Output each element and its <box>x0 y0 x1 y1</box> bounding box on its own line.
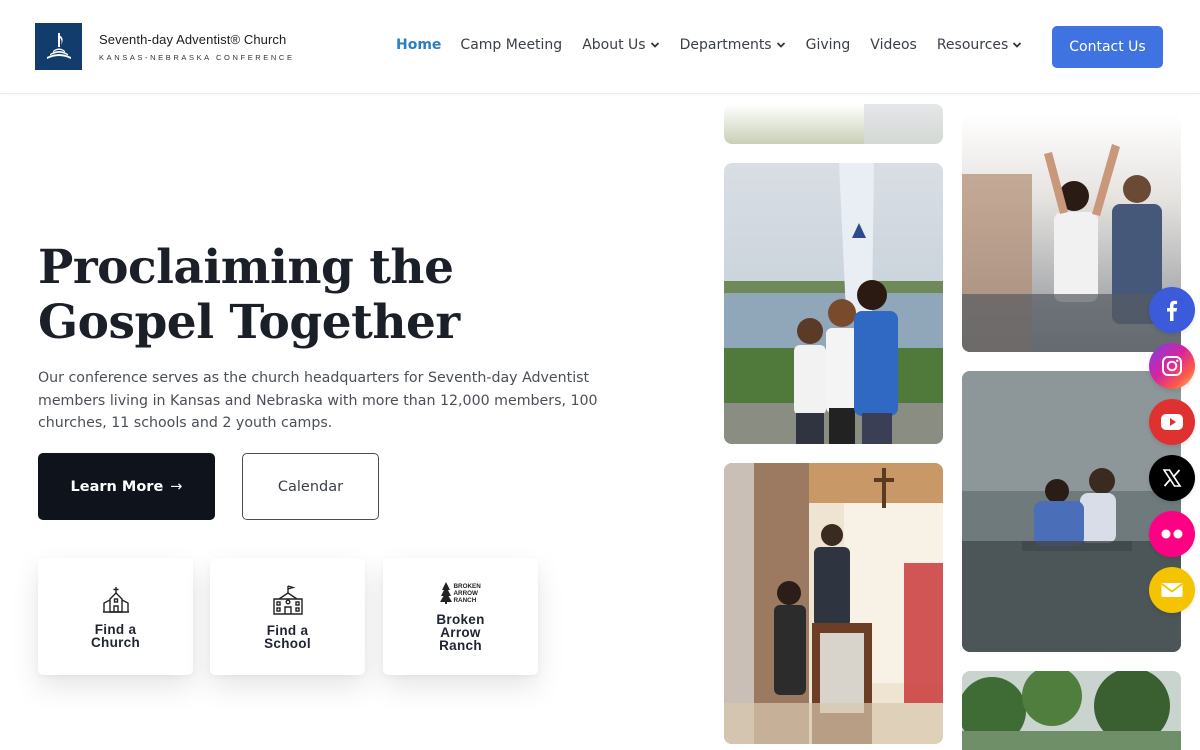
find-church-card[interactable]: Find a Church <box>38 558 193 675</box>
photo-baptism <box>962 371 1181 652</box>
nav-camp-meeting[interactable]: Camp Meeting <box>460 37 562 53</box>
broken-arrow-ranch-logo: BROKEN ARROW RANCH <box>439 582 481 604</box>
card-label-line: Find a <box>94 621 137 637</box>
photo-youth-by-lake <box>724 163 943 444</box>
main-nav: Home Camp Meeting About Us Departments G… <box>396 37 1022 53</box>
svg-text:RANCH: RANCH <box>453 597 476 604</box>
nav-label: Giving <box>805 37 851 53</box>
flickr-icon[interactable] <box>1149 511 1195 557</box>
svg-text:ARROW: ARROW <box>453 590 478 597</box>
card-label: Find a School <box>264 622 311 651</box>
broken-arrow-ranch-card[interactable]: BROKEN ARROW RANCH Broken Arrow Ranch <box>383 558 538 675</box>
nav-about-us[interactable]: About Us <box>582 37 659 53</box>
card-label-line: School <box>264 635 311 651</box>
card-label: Broken Arrow Ranch <box>436 613 484 653</box>
site-header: Seventh-day Adventist® Church KANSAS-NEB… <box>0 0 1200 94</box>
nav-label: Resources <box>936 37 1009 53</box>
logo-title: Seventh-day Adventist® Church <box>99 31 287 47</box>
calendar-button[interactable]: Calendar <box>242 453 379 520</box>
contact-us-button[interactable]: Contact Us <box>1052 26 1163 68</box>
learn-more-label: Learn More <box>70 478 164 495</box>
svg-text:BROKEN: BROKEN <box>453 583 481 590</box>
facebook-icon[interactable] <box>1149 287 1195 333</box>
photo-landscape-top <box>724 104 943 144</box>
sda-logo-icon <box>35 23 82 70</box>
nav-giving[interactable]: Giving <box>806 37 851 53</box>
nav-videos[interactable]: Videos <box>870 37 917 53</box>
arrow-right-icon: → <box>170 478 183 495</box>
find-school-card[interactable]: Find a School <box>210 558 365 675</box>
nav-label: Departments <box>679 37 772 53</box>
hero-title: Proclaiming the Gospel Together <box>38 240 508 350</box>
learn-more-button[interactable]: Learn More → <box>38 453 215 520</box>
card-label-line: Church <box>90 634 141 650</box>
site-logo[interactable]: Seventh-day Adventist® Church KANSAS-NEB… <box>35 23 295 70</box>
hero-title-line1: Proclaiming the <box>38 240 454 295</box>
email-icon[interactable] <box>1149 567 1195 613</box>
youtube-icon[interactable] <box>1149 399 1195 445</box>
card-label: Find a Church <box>90 621 141 650</box>
photo-worship-crowd <box>962 114 1181 352</box>
logo-subtitle: KANSAS-NEBRASKA CONFERENCE <box>99 52 295 62</box>
nav-label: Videos <box>870 37 917 53</box>
nav-label: About Us <box>582 37 646 53</box>
nav-label: Camp Meeting <box>460 37 563 53</box>
photo-trees <box>962 671 1181 750</box>
school-icon <box>272 584 303 615</box>
church-icon <box>102 586 129 613</box>
card-label-line: Find a <box>266 622 309 638</box>
instagram-icon[interactable] <box>1149 343 1195 389</box>
hero-title-line2: Gospel Together <box>38 295 460 350</box>
nav-departments[interactable]: Departments <box>680 37 786 53</box>
chevron-down-icon <box>1013 42 1022 48</box>
x-twitter-icon[interactable] <box>1149 455 1195 501</box>
hero-description: Our conference serves as the church head… <box>38 370 598 431</box>
nav-home[interactable]: Home <box>396 37 441 53</box>
chevron-down-icon <box>650 42 659 48</box>
nav-resources[interactable]: Resources <box>937 37 1023 53</box>
chevron-down-icon <box>776 42 785 48</box>
nav-label: Home <box>396 37 442 53</box>
card-label-line: Ranch <box>439 638 482 653</box>
photo-church-pulpit <box>724 463 943 744</box>
